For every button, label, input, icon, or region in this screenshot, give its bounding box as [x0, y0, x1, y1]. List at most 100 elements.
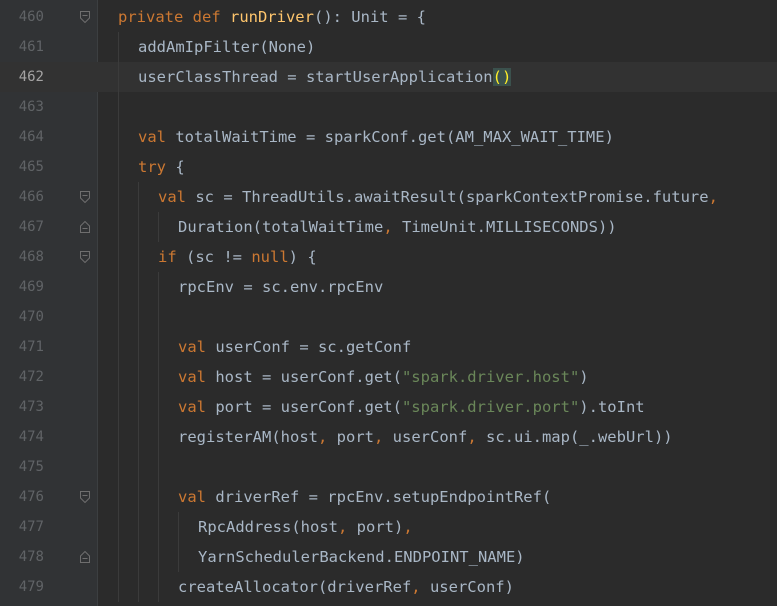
code-token: val — [178, 488, 216, 506]
code-token: ) — [579, 368, 589, 386]
line-number: 477 — [18, 519, 44, 535]
indent-guide — [118, 362, 119, 392]
matched-brace: () — [492, 68, 512, 86]
indent-guide — [118, 272, 119, 302]
fold-open-icon[interactable] — [80, 251, 90, 263]
indent-guide — [158, 572, 159, 602]
code-line[interactable]: 460 private def runDriver(): Unit = { — [0, 2, 777, 32]
indent-guide — [138, 272, 139, 302]
code-token: ).toInt — [579, 398, 645, 416]
indent-guide — [118, 122, 119, 152]
fold-open-icon[interactable] — [80, 491, 90, 503]
code-token: ) { — [288, 248, 317, 266]
code-token: RpcAddress(host — [198, 518, 338, 536]
code-line[interactable]: 469 rpcEnv = sc.env.rpcEnv — [0, 272, 777, 302]
code-token: , — [337, 518, 357, 536]
indent-guide — [138, 242, 139, 272]
code-token: host = userConf.get( — [215, 368, 402, 386]
code-token: userConf — [392, 428, 468, 446]
code-line[interactable]: 472 val host = userConf.get("spark.driver… — [0, 362, 777, 392]
code-line[interactable]: 467 Duration(totalWaitTime, TimeUnit.MILL… — [0, 212, 777, 242]
code-text: if (sc != null) { — [158, 242, 317, 272]
indent-guide — [158, 302, 159, 332]
code-line[interactable]: 470 — [0, 302, 777, 332]
code-token: , — [467, 428, 486, 446]
code-token: val — [138, 128, 176, 146]
indent-guide — [118, 572, 119, 602]
code-token: driverRef = rpcEnv.setupEndpointRef( — [215, 488, 552, 506]
indent-guide — [138, 212, 139, 242]
line-number: 462 — [18, 69, 44, 85]
line-number: 476 — [18, 489, 44, 505]
code-line[interactable]: 462 userClassThread = startUserApplicatio… — [0, 62, 777, 92]
code-text: RpcAddress(host, port), — [198, 512, 413, 542]
code-line[interactable]: 463 — [0, 92, 777, 122]
code-token: try — [138, 158, 176, 176]
code-token: port) — [356, 518, 404, 536]
code-text: val sc = ThreadUtils.awaitResult(sparkCo… — [158, 182, 718, 212]
code-text: val driverRef = rpcEnv.setupEndpointRef( — [178, 482, 551, 512]
indent-guide — [138, 392, 139, 422]
code-text: val port = userConf.get("spark.driver.po… — [178, 392, 645, 422]
indent-guide — [118, 182, 119, 212]
line-number: 464 — [18, 129, 44, 145]
code-token: null — [251, 248, 289, 266]
code-token: { — [175, 158, 185, 176]
code-token: createAllocator(driverRef — [178, 578, 412, 596]
fold-close-icon[interactable] — [80, 221, 90, 233]
fold-open-icon[interactable] — [80, 11, 90, 23]
code-line[interactable]: 471 val userConf = sc.getConf — [0, 332, 777, 362]
code-line[interactable]: 473 val port = userConf.get("spark.driver… — [0, 392, 777, 422]
line-number: 478 — [18, 549, 44, 565]
indent-guide — [158, 512, 159, 542]
line-number: 471 — [18, 339, 44, 355]
code-line[interactable]: 464 val totalWaitTime = sparkConf.get(AM_… — [0, 122, 777, 152]
code-line[interactable]: 468 if (sc != null) { — [0, 242, 777, 272]
code-line[interactable]: 478 YarnSchedulerBackend.ENDPOINT_NAME) — [0, 542, 777, 572]
line-number: 472 — [18, 369, 44, 385]
code-line[interactable]: 479 createAllocator(driverRef, userConf) — [0, 572, 777, 602]
code-text: YarnSchedulerBackend.ENDPOINT_NAME) — [198, 542, 525, 572]
indent-guide — [158, 452, 159, 482]
code-line[interactable]: 476 val driverRef = rpcEnv.setupEndpointR… — [0, 482, 777, 512]
line-number: 474 — [18, 429, 44, 445]
indent-guide — [138, 482, 139, 512]
code-token: private def — [118, 8, 230, 26]
indent-guide — [158, 542, 159, 572]
code-token: , — [708, 188, 718, 206]
indent-guide — [118, 92, 119, 122]
code-line[interactable]: 477 RpcAddress(host, port), — [0, 512, 777, 542]
indent-guide — [118, 332, 119, 362]
indent-guide — [118, 152, 119, 182]
code-token: , — [373, 428, 393, 446]
fold-close-icon[interactable] — [80, 551, 90, 563]
code-text: Duration(totalWaitTime, TimeUnit.MILLISE… — [178, 212, 617, 242]
code-token: port — [336, 428, 374, 446]
line-number: 467 — [18, 219, 44, 235]
indent-guide — [138, 572, 139, 602]
code-line[interactable]: 465 try { — [0, 152, 777, 182]
indent-guide — [158, 482, 159, 512]
code-editor[interactable]: 460 private def runDriver(): Unit = {461 a… — [0, 0, 777, 606]
indent-guide — [138, 452, 139, 482]
code-line[interactable]: 461 addAmIpFilter(None) — [0, 32, 777, 62]
code-token: totalWaitTime = sparkConf.get(AM_MAX_WAI… — [175, 128, 614, 146]
indent-guide — [158, 332, 159, 362]
code-token: sc.ui.map(_.webUrl)) — [485, 428, 673, 446]
code-line[interactable]: 475 — [0, 452, 777, 482]
indent-guide — [138, 542, 139, 572]
indent-guide — [118, 62, 119, 92]
code-token: (sc != — [186, 248, 252, 266]
indent-guide — [118, 542, 119, 572]
code-token: , — [317, 428, 337, 446]
code-token: userConf = sc.getConf — [215, 338, 412, 356]
fold-open-icon[interactable] — [80, 191, 90, 203]
code-line[interactable]: 466 val sc = ThreadUtils.awaitResult(spar… — [0, 182, 777, 212]
line-number: 470 — [18, 309, 44, 325]
line-number: 473 — [18, 399, 44, 415]
line-number: 468 — [18, 249, 44, 265]
code-line[interactable]: 474 registerAM(host, port, userConf, sc.u… — [0, 422, 777, 452]
indent-guide — [118, 32, 119, 62]
indent-guide — [118, 422, 119, 452]
code-token: val — [178, 368, 216, 386]
